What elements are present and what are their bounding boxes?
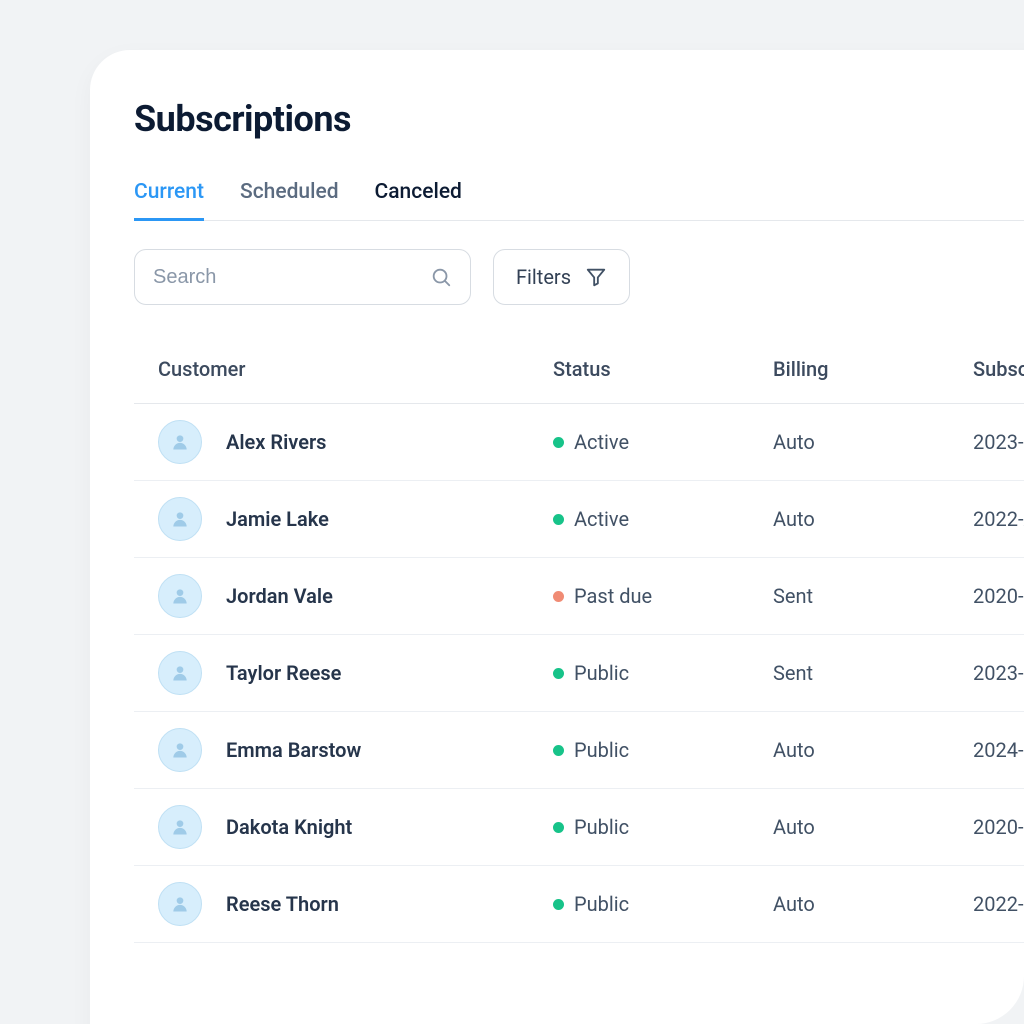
status-label: Public bbox=[574, 892, 629, 916]
status-cell: Public bbox=[553, 815, 773, 839]
status-cell: Active bbox=[553, 507, 773, 531]
date-cell: 2020-N bbox=[973, 815, 1024, 839]
avatar bbox=[158, 805, 202, 849]
filters-button[interactable]: Filters bbox=[493, 249, 630, 305]
status-dot-icon bbox=[553, 591, 564, 602]
billing-cell: Sent bbox=[773, 661, 973, 685]
status-cell: Public bbox=[553, 661, 773, 685]
billing-cell: Auto bbox=[773, 507, 973, 531]
col-customer: Customer bbox=[158, 357, 553, 381]
filter-icon bbox=[585, 266, 607, 288]
avatar bbox=[158, 497, 202, 541]
status-label: Active bbox=[574, 430, 629, 454]
table-row[interactable]: Dakota Knight Public Auto2020-N bbox=[134, 789, 1024, 866]
billing-cell: Auto bbox=[773, 815, 973, 839]
col-billing: Billing bbox=[773, 357, 973, 381]
customer-name: Jordan Vale bbox=[226, 584, 333, 608]
status-dot-icon bbox=[553, 668, 564, 679]
tab-canceled[interactable]: Canceled bbox=[375, 180, 462, 221]
avatar bbox=[158, 420, 202, 464]
avatar bbox=[158, 574, 202, 618]
billing-cell: Auto bbox=[773, 738, 973, 762]
customer-cell: Jordan Vale bbox=[158, 574, 553, 618]
status-dot-icon bbox=[553, 437, 564, 448]
tabs: Current Scheduled Canceled bbox=[134, 180, 1024, 221]
controls-row: Filters bbox=[134, 249, 1024, 305]
customer-name: Dakota Knight bbox=[226, 815, 352, 839]
tab-current[interactable]: Current bbox=[134, 180, 204, 221]
billing-cell: Sent bbox=[773, 584, 973, 608]
table-row[interactable]: Reese Thorn Public Auto2022-J bbox=[134, 866, 1024, 943]
col-subscribed: Subscribed on bbox=[973, 357, 1024, 381]
table-header: Customer Status Billing Subscribed on bbox=[134, 357, 1024, 404]
search-input-wrapper[interactable] bbox=[134, 249, 471, 305]
table-row[interactable]: Jordan Vale Past due Sent2020-N bbox=[134, 558, 1024, 635]
status-cell: Public bbox=[553, 892, 773, 916]
date-cell: 2020-N bbox=[973, 584, 1024, 608]
date-cell: 2023-N bbox=[973, 430, 1024, 454]
status-cell: Active bbox=[553, 430, 773, 454]
customer-name: Alex Rivers bbox=[226, 430, 326, 454]
table-body: Alex RiversActiveAuto2023-NJamie LakeAct… bbox=[134, 404, 1024, 943]
status-cell: Public bbox=[553, 738, 773, 762]
customer-name: Emma Barstow bbox=[226, 738, 361, 762]
customer-cell: Reese Thorn bbox=[158, 882, 553, 926]
table-row[interactable]: Alex Rivers Active Auto2023-N bbox=[134, 404, 1024, 481]
status-dot-icon bbox=[553, 514, 564, 525]
avatar bbox=[158, 651, 202, 695]
search-input[interactable] bbox=[153, 266, 430, 289]
app-background: Subscriptions Current Scheduled Canceled… bbox=[0, 0, 1024, 1024]
table-row[interactable]: Taylor Reese Public Sent2023-J bbox=[134, 635, 1024, 712]
status-label: Public bbox=[574, 815, 629, 839]
date-cell: 2022-A bbox=[973, 507, 1024, 531]
subscriptions-panel: Subscriptions Current Scheduled Canceled… bbox=[90, 50, 1024, 1024]
status-dot-icon bbox=[553, 822, 564, 833]
status-dot-icon bbox=[553, 745, 564, 756]
billing-cell: Auto bbox=[773, 892, 973, 916]
customer-cell: Jamie Lake bbox=[158, 497, 553, 541]
table-row[interactable]: Emma Barstow Public Auto2024-J bbox=[134, 712, 1024, 789]
customer-cell: Dakota Knight bbox=[158, 805, 553, 849]
search-icon bbox=[430, 266, 452, 288]
status-dot-icon bbox=[553, 899, 564, 910]
date-cell: 2023-J bbox=[973, 661, 1024, 685]
date-cell: 2024-J bbox=[973, 738, 1024, 762]
page-title: Subscriptions bbox=[134, 98, 1024, 140]
avatar bbox=[158, 882, 202, 926]
customer-name: Taylor Reese bbox=[226, 661, 341, 685]
table-row[interactable]: Jamie Lake Active Auto2022-A bbox=[134, 481, 1024, 558]
tab-scheduled[interactable]: Scheduled bbox=[240, 180, 339, 221]
status-label: Public bbox=[574, 661, 629, 685]
date-cell: 2022-J bbox=[973, 892, 1024, 916]
subscriptions-table: Customer Status Billing Subscribed on Al… bbox=[134, 357, 1024, 943]
customer-cell: Taylor Reese bbox=[158, 651, 553, 695]
status-cell: Past due bbox=[553, 584, 773, 608]
col-status: Status bbox=[553, 357, 773, 381]
billing-cell: Auto bbox=[773, 430, 973, 454]
status-label: Public bbox=[574, 738, 629, 762]
avatar bbox=[158, 728, 202, 772]
status-label: Active bbox=[574, 507, 629, 531]
filters-label: Filters bbox=[516, 265, 571, 289]
customer-name: Reese Thorn bbox=[226, 892, 339, 916]
customer-cell: Alex Rivers bbox=[158, 420, 553, 464]
customer-cell: Emma Barstow bbox=[158, 728, 553, 772]
customer-name: Jamie Lake bbox=[226, 507, 329, 531]
status-label: Past due bbox=[574, 584, 652, 608]
